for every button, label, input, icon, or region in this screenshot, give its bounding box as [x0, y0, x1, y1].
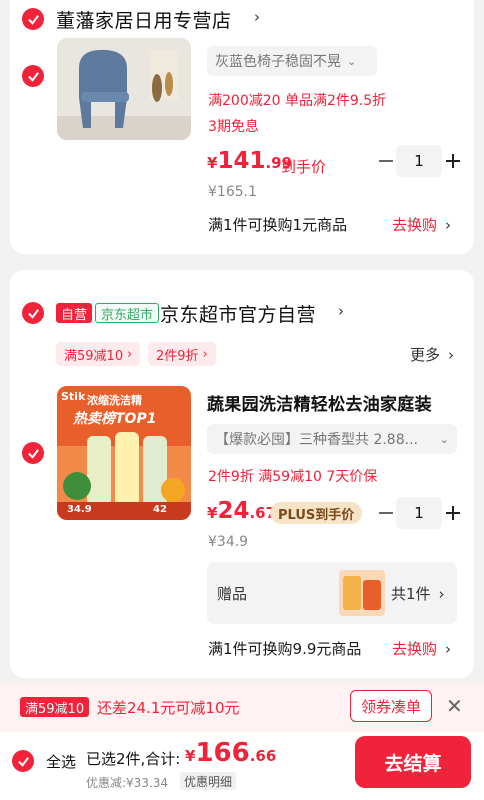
quantity-input[interactable]: 1: [396, 145, 442, 177]
jd-supermarket-tag: 京东超市: [95, 303, 160, 323]
chevron-right-icon: ›: [445, 216, 452, 234]
plus-button[interactable]: [446, 154, 460, 168]
spec-text: 【爆款必囤】三种香型共 2.88...: [215, 432, 418, 448]
coupon-bar: 满59减10 还差24.1元可减10元 领券凑单 ✕: [0, 684, 484, 732]
swap-offer-text: 满1件可换购1元商品: [208, 216, 348, 234]
thumb-brand: Stik: [61, 390, 86, 403]
plus-price-badge: PLUS到手价: [270, 502, 363, 524]
discount-text: 优惠减:¥33.34: [86, 776, 169, 790]
select-all-label[interactable]: 全选: [46, 751, 76, 772]
store-check-icon[interactable]: [22, 8, 44, 30]
chevron-right-icon[interactable]: ›: [338, 302, 344, 320]
close-icon[interactable]: ✕: [446, 694, 463, 718]
plus-button[interactable]: [446, 506, 460, 520]
promo-pill-2[interactable]: 2件9折 ›: [148, 342, 216, 366]
original-price: ¥165.1: [208, 184, 257, 200]
store-name[interactable]: 董藩家居日用专营店: [56, 6, 232, 33]
chevron-down-icon: ⌄: [439, 432, 449, 446]
gift-count: 共1件 ›: [391, 585, 445, 603]
store-name[interactable]: 京东超市官方自营: [160, 300, 316, 327]
chevron-right-icon: ›: [202, 346, 208, 362]
swap-link[interactable]: 去换购 ›: [392, 214, 451, 235]
minus-button[interactable]: [379, 512, 393, 514]
chevron-right-icon: ›: [445, 640, 452, 658]
swap-offer-text: 满1件可换购9.9元商品: [208, 640, 362, 658]
item-check-icon[interactable]: [22, 65, 44, 87]
original-price: ¥34.9: [208, 534, 249, 550]
checkout-button[interactable]: 去结算: [355, 736, 471, 788]
price-label: 到手价: [281, 158, 327, 176]
product-title[interactable]: 蔬果园洗洁精轻松去油家庭装: [207, 390, 432, 415]
store-check-icon[interactable]: [22, 302, 44, 324]
chevron-right-icon[interactable]: ›: [254, 8, 260, 26]
minus-button[interactable]: [379, 160, 393, 162]
chevron-right-icon: ›: [438, 585, 445, 603]
item-check-icon[interactable]: [22, 442, 44, 464]
discount-detail-button[interactable]: 优惠明细: [180, 772, 237, 790]
chevron-right-icon: ›: [448, 346, 455, 364]
more-link[interactable]: 更多 ›: [410, 344, 454, 365]
gift-thumbnail: [339, 570, 385, 616]
product-thumbnail[interactable]: Stik 浓缩洗洁精 热卖榜TOP1 34.9 42: [57, 386, 191, 520]
spec-selector[interactable]: 【爆款必囤】三种香型共 2.88... ⌄: [207, 424, 457, 454]
thumb-price-b: 42: [153, 504, 167, 515]
chevron-right-icon: ›: [127, 346, 133, 362]
price: ¥24.67: [207, 498, 277, 524]
product-thumbnail[interactable]: [57, 38, 191, 140]
self-operated-tag: 自营: [56, 303, 93, 323]
installment-line: 3期免息: [208, 119, 259, 135]
bottom-bar: 全选 已选2件,合计: ¥166.66 优惠减:¥33.34 优惠明细 去结算: [0, 732, 484, 800]
get-coupon-button[interactable]: 领券凑单: [350, 690, 432, 722]
gift-label: 赠品: [217, 585, 248, 603]
thumb-price-a: 34.9: [67, 504, 92, 515]
selected-summary: 已选2件,合计:: [86, 750, 181, 768]
gift-box[interactable]: 赠品 共1件 ›: [207, 562, 457, 624]
store-card-2: 自营 京东超市 京东超市官方自营 › 满59减10 › 2件9折 › 更多 › Sti…: [10, 270, 474, 678]
select-all-check-icon[interactable]: [12, 750, 34, 772]
quantity-input[interactable]: 1: [396, 497, 442, 529]
spec-selector[interactable]: 灰蓝色椅子稳固不晃 ⌄: [207, 46, 377, 76]
coupon-tag: 满59减10: [20, 697, 90, 717]
swap-link[interactable]: 去换购 ›: [392, 638, 451, 659]
chevron-down-icon: ⌄: [347, 54, 357, 68]
price: ¥141.99: [207, 148, 293, 174]
total-price: ¥166.66: [185, 738, 277, 768]
promo-tags: 2件9折 满59减10 7天价保: [208, 469, 378, 485]
store-card-1: 董藩家居日用专营店 › 灰蓝色椅子稳固不晃 ⌄ 满200减20 单品满2件9.5…: [10, 0, 474, 254]
spec-text: 灰蓝色椅子稳固不晃: [215, 54, 341, 70]
coupon-message: 还差24.1元可减10元: [97, 699, 240, 717]
promo-pill-1[interactable]: 满59减10 ›: [56, 342, 141, 366]
thumb-headline: 浓缩洗洁精: [87, 394, 142, 407]
promo-line: 满200减20 单品满2件9.5折: [208, 93, 387, 109]
thumb-badge: 热卖榜TOP1: [73, 411, 157, 427]
